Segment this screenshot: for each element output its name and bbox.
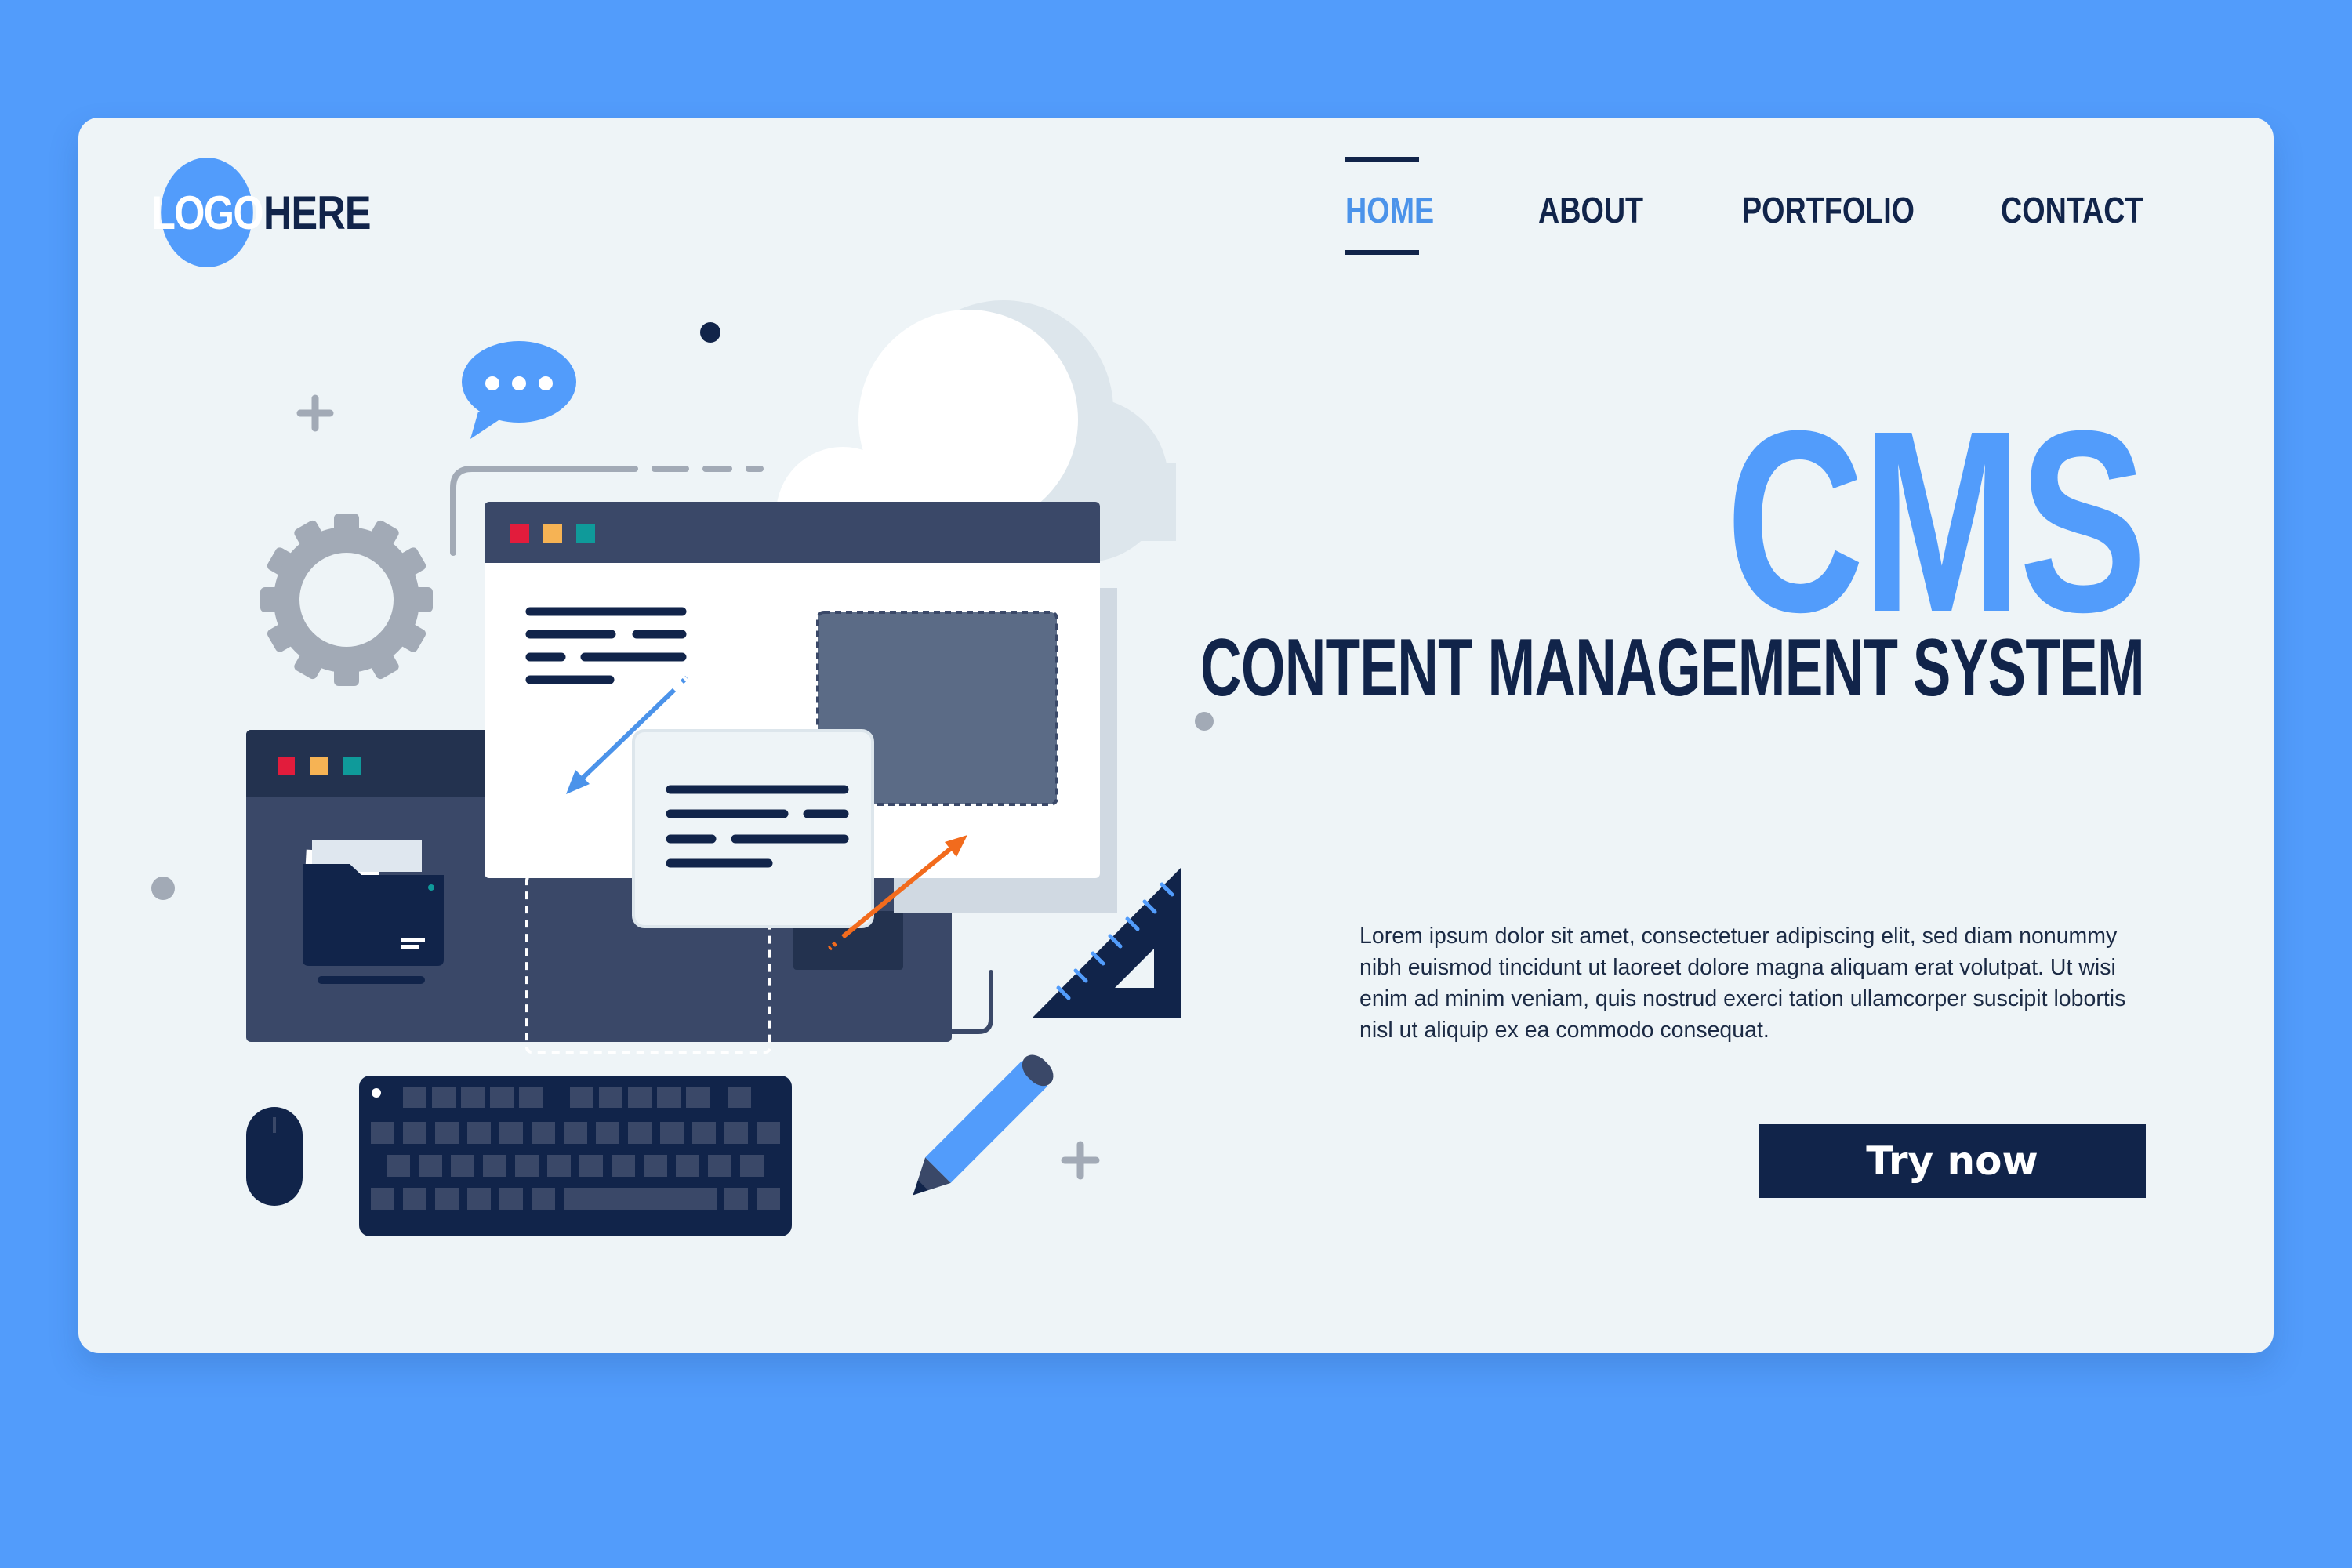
- nav-contact-link[interactable]: CONTACT: [2001, 163, 2143, 257]
- try-now-button[interactable]: Try now: [1759, 1124, 2146, 1198]
- plus-icon: [1061, 1141, 1100, 1180]
- dot-icon: [700, 322, 720, 343]
- text-card: [632, 729, 874, 928]
- hero-subtitle: CONTENT MANAGEMENT SYSTEM: [1200, 622, 2145, 713]
- hero-description: Lorem ipsum dolor sit amet, consectetuer…: [1359, 924, 2126, 1043]
- landing-card: LOGO HERE HOME ABOUT PORTFOLIO CONTACT C…: [78, 118, 2274, 1353]
- hero-title: CMS: [1726, 376, 2147, 666]
- mouse-icon: [246, 1107, 303, 1206]
- pencil-icon: [913, 1054, 1054, 1196]
- nav-about-link[interactable]: ABOUT: [1538, 163, 1643, 257]
- cms-illustration: [151, 300, 1214, 1236]
- chat-bubble-icon: [462, 341, 576, 439]
- keyboard-icon: [359, 1076, 792, 1236]
- dot-icon: [1195, 712, 1214, 731]
- nav-home-link[interactable]: HOME: [1345, 163, 1434, 257]
- gear-icon: [260, 514, 433, 686]
- nav-active-indicator-top: [1345, 157, 1419, 162]
- nav-active-indicator-bottom: [1345, 250, 1419, 255]
- nav-portfolio-link[interactable]: PORTFOLIO: [1742, 163, 1915, 257]
- dot-icon: [151, 877, 175, 900]
- plus-icon: [296, 394, 334, 432]
